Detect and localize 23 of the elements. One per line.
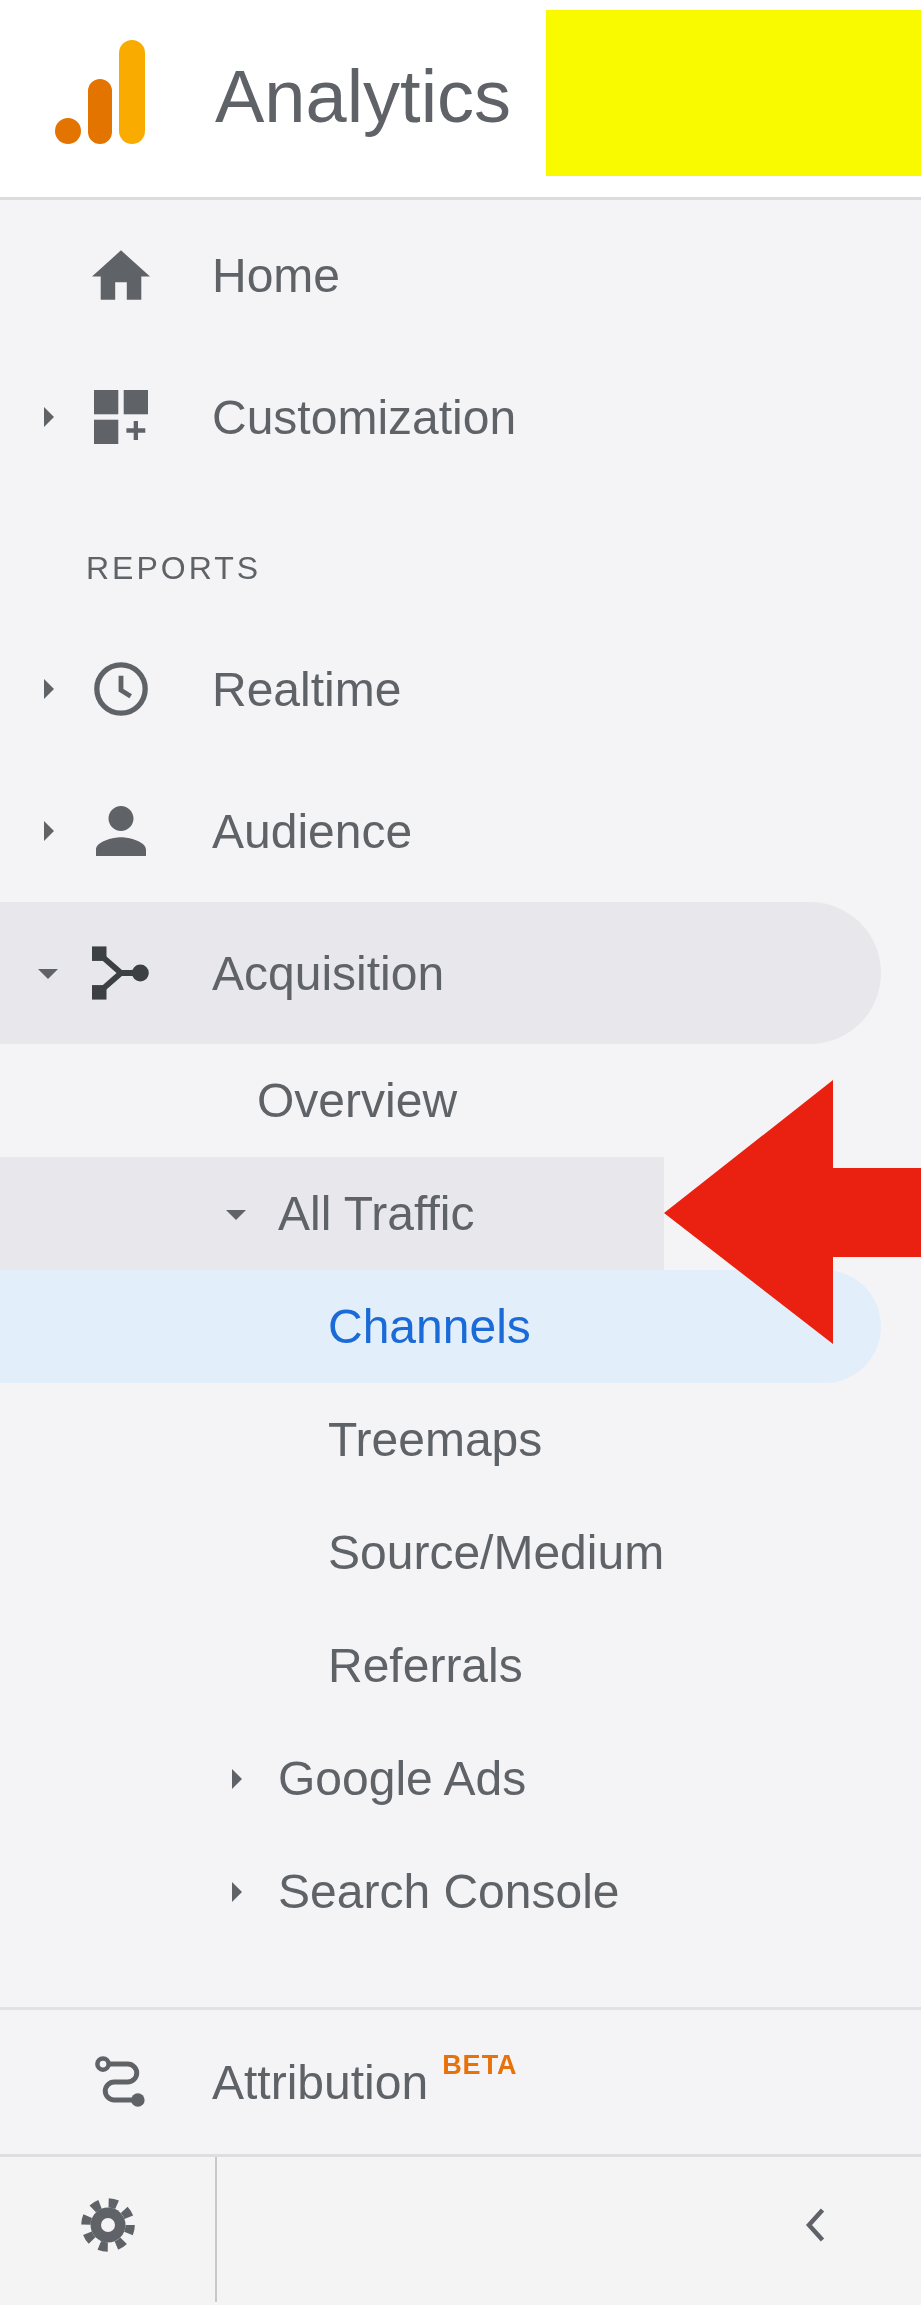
- merge-icon: [92, 946, 150, 1000]
- nav-item[interactable]: Source/Medium: [0, 1496, 881, 1609]
- nav-item[interactable]: Customization: [0, 346, 881, 488]
- nav-item[interactable]: Treemaps: [0, 1383, 881, 1496]
- nav-item[interactable]: Realtime: [0, 618, 881, 760]
- settings-icon: [79, 2196, 136, 2253]
- logo-icon: [55, 40, 145, 144]
- dashboard-add-icon: [92, 390, 150, 444]
- nav-item[interactable]: All Traffic: [0, 1157, 664, 1270]
- nav-item[interactable]: Referrals: [0, 1609, 881, 1722]
- chevron-left-icon: [804, 2206, 826, 2243]
- nav-item[interactable]: Search Console: [0, 1835, 881, 1948]
- home-icon: [92, 250, 150, 300]
- nav-item[interactable]: Audience: [0, 760, 881, 902]
- nav-item[interactable]: Acquisition: [0, 902, 881, 1044]
- clock-icon: [92, 660, 150, 718]
- product-title: Analytics: [215, 54, 512, 140]
- nav-item[interactable]: Google Ads: [0, 1722, 881, 1835]
- section-heading: REPORTS: [85, 549, 263, 588]
- nav-item[interactable]: Overview: [0, 1044, 881, 1157]
- nav-item[interactable]: Channels: [0, 1270, 881, 1383]
- beta-label: BETA: [442, 2050, 518, 2081]
- nav-item[interactable]: Home: [0, 204, 881, 346]
